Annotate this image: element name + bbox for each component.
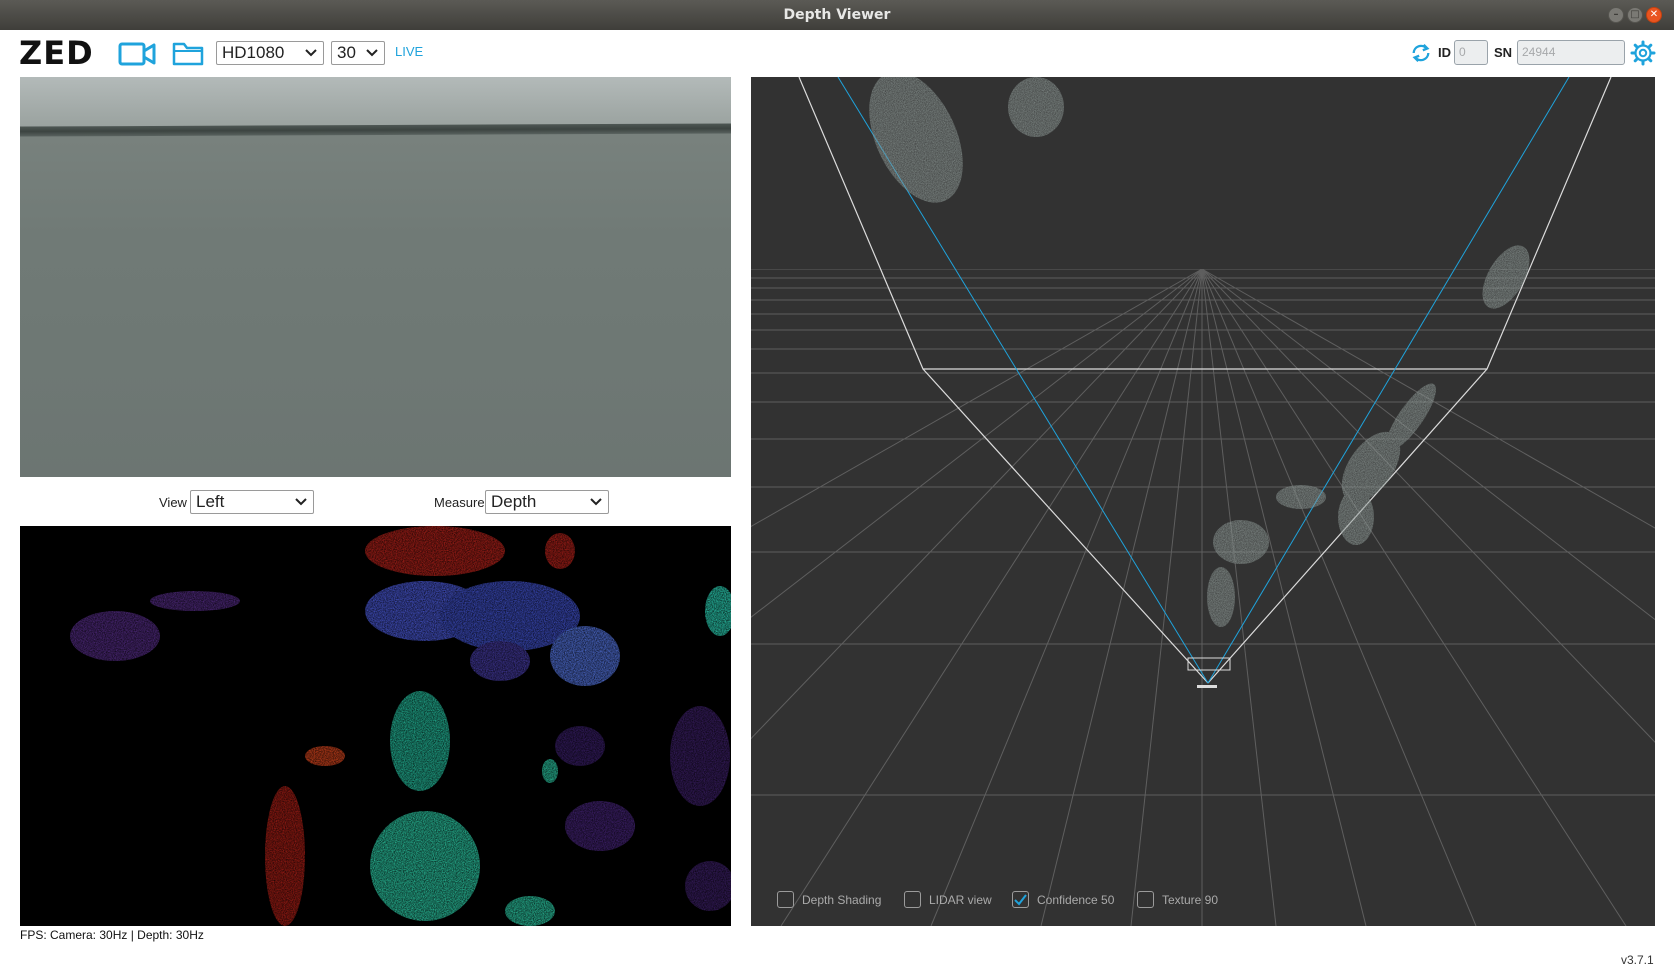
maximize-button[interactable]: □ — [1627, 7, 1643, 23]
texture-label: Texture 90 — [1162, 893, 1219, 907]
sync-icon[interactable] — [1410, 42, 1432, 64]
id-label: ID — [1438, 45, 1451, 60]
depth-shading-label: Depth Shading — [802, 893, 882, 907]
fps-status: FPS: Camera: 30Hz | Depth: 30Hz — [20, 928, 204, 942]
gear-icon[interactable] — [1630, 40, 1656, 66]
resolution-value: HD1080 — [222, 43, 285, 62]
sn-field[interactable]: 24944 — [1517, 40, 1625, 65]
chevron-down-icon — [366, 49, 378, 57]
camera-image-edge — [20, 123, 731, 137]
fps-value: 30 — [337, 43, 356, 62]
depth-viewer-app: Depth Viewer – □ ✕ ZED HD1080 30 LIVE ID… — [0, 0, 1674, 977]
chevron-down-icon — [305, 49, 317, 57]
point-cloud-scene — [751, 77, 1655, 926]
camera-image-top — [20, 77, 731, 127]
measure-select[interactable]: Depth — [485, 490, 609, 514]
depth-map-image — [70, 526, 731, 926]
lidar-view-label: LIDAR view — [929, 893, 992, 907]
zed-logo: ZED — [19, 34, 94, 72]
live-indicator: LIVE — [395, 44, 424, 59]
checkbox-box — [777, 891, 794, 908]
camera-marker — [1187, 657, 1231, 688]
checkbox-box — [1137, 891, 1154, 908]
fps-select[interactable]: 30 — [331, 41, 385, 65]
view-label: View — [159, 495, 187, 510]
chevron-down-icon — [590, 498, 602, 506]
camera-image-view[interactable] — [20, 77, 731, 477]
measure-value: Depth — [491, 492, 537, 511]
chevron-down-icon — [295, 498, 307, 506]
sn-label: SN — [1494, 45, 1513, 60]
measure-label: Measure — [434, 495, 485, 510]
point-cloud-view[interactable]: Depth Shading LIDAR view Confidence 50 T… — [751, 77, 1655, 926]
depth-map-view[interactable] — [20, 526, 731, 926]
folder-icon[interactable] — [172, 40, 204, 66]
view-controls: View Left Measure Depth — [20, 488, 731, 516]
title-bar: Depth Viewer – □ ✕ — [0, 0, 1674, 30]
check-icon — [1014, 894, 1027, 906]
minimize-button[interactable]: – — [1608, 7, 1624, 23]
confidence-label: Confidence 50 — [1037, 893, 1115, 907]
view-value: Left — [196, 492, 225, 511]
ground-grid — [751, 268, 1655, 926]
window-title: Depth Viewer — [783, 7, 891, 23]
id-field[interactable]: 0 — [1454, 40, 1488, 65]
resolution-select[interactable]: HD1080 — [216, 41, 324, 65]
camera-icon[interactable] — [118, 42, 156, 66]
checkbox-box — [904, 891, 921, 908]
close-button[interactable]: ✕ — [1646, 7, 1662, 23]
toolbar: ZED HD1080 30 LIVE ID 0 SN 24944 — [0, 30, 1674, 76]
checkbox-box — [1012, 891, 1029, 908]
version-label: v3.7.1 — [1621, 953, 1654, 967]
view-select[interactable]: Left — [190, 490, 314, 514]
